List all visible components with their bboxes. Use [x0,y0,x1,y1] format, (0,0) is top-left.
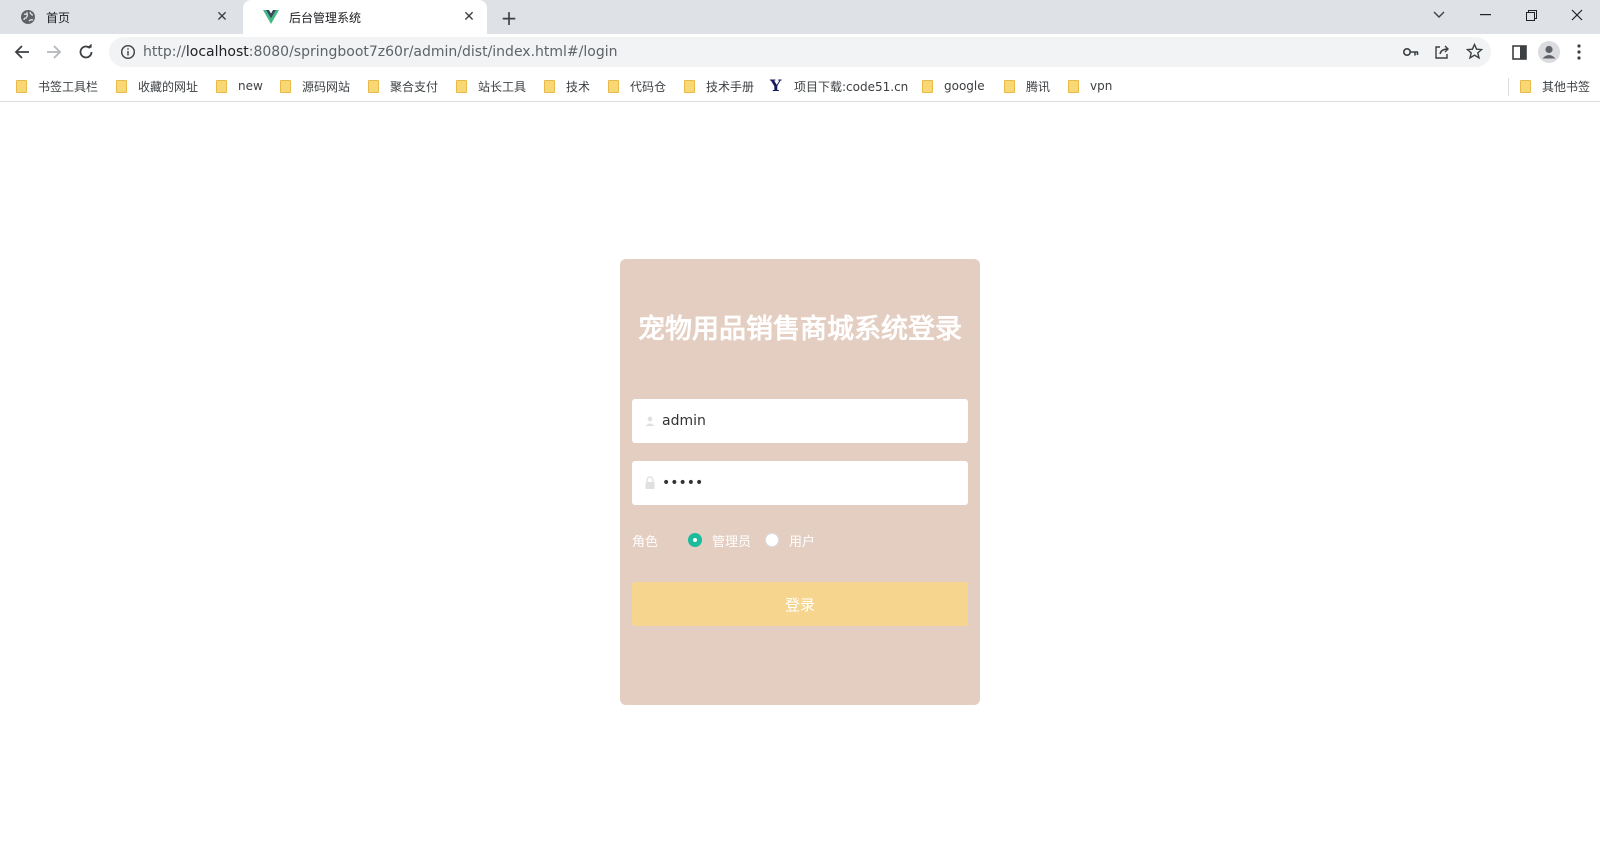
browser-toolbar: http://localhost:8080/springboot7z60r/ad… [0,34,1600,70]
bookmark-folder[interactable]: 代码仓 [608,76,666,96]
folder-icon [1004,79,1015,93]
role-radio-user[interactable]: 用户 [765,531,815,550]
bookmark-label: 代码仓 [630,79,667,94]
bookmark-folder[interactable]: 收藏的网址 [116,76,198,96]
folder-icon [544,79,555,93]
folder-icon [368,79,379,93]
new-tab-button[interactable]: + [498,7,520,29]
site-info-icon[interactable] [113,44,143,60]
tab-home[interactable]: 首页 ✕ [0,0,240,34]
vue-logo-icon [263,9,279,25]
bookmark-link[interactable]: Y 项目下载:code51.cn [770,76,908,96]
username-input[interactable]: admin [632,399,968,443]
bookmark-folder[interactable]: 技术 [544,76,590,96]
bookmark-label: 聚合支付 [390,79,439,94]
tab-strip: 首页 ✕ 后台管理系统 ✕ + [0,0,1600,34]
reload-button[interactable] [72,38,100,66]
bookmark-label: 技术 [566,79,591,94]
password-input[interactable]: ••••• [632,461,968,505]
bookmark-label: vpn [1090,79,1113,93]
bookmark-folder[interactable]: 站长工具 [456,76,526,96]
url-text: http://localhost:8080/springboot7z60r/ad… [143,44,618,60]
tab-title: 首页 [46,10,71,25]
profile-avatar-icon[interactable] [1535,38,1563,66]
close-icon[interactable]: ✕ [461,9,477,25]
bookmark-star-icon[interactable] [1465,42,1483,60]
folder-icon [1068,79,1079,93]
radio-label: 管理员 [712,534,752,550]
bookmark-label: 收藏的网址 [138,79,199,94]
folder-icon [116,79,127,93]
back-button[interactable] [8,38,36,66]
forward-button[interactable] [40,38,68,66]
bookmark-label: 源码网站 [302,79,351,94]
login-button[interactable]: 登录 [632,582,968,626]
folder-icon [16,79,27,93]
bookmark-label: 技术手册 [706,79,755,94]
bookmarks-divider [1508,78,1509,96]
key-icon[interactable] [1402,43,1420,61]
bookmark-folder[interactable]: new [216,76,263,96]
other-bookmarks-folder[interactable]: 其他书签 [1520,76,1590,96]
bookmark-folder[interactable]: 书签工具栏 [16,76,98,96]
folder-icon [922,79,933,93]
role-label: 角色 [632,534,659,550]
globe-icon [20,9,36,25]
radio-unselected-icon [765,533,780,547]
bookmark-label: new [238,79,263,93]
bookmark-folder[interactable]: 技术手册 [684,76,754,96]
login-card: 宠物用品销售商城系统登录 admin ••••• 角色 管理员 用户 登录 [620,259,980,705]
tab-search-icon[interactable] [1416,0,1462,30]
bookmark-folder[interactable]: 聚合支付 [368,76,438,96]
share-icon[interactable] [1433,43,1451,61]
folder-icon [1520,79,1531,93]
login-title: 宠物用品销售商城系统登录 [638,314,962,345]
role-radio-admin[interactable]: 管理员 [688,531,751,550]
folder-icon [684,79,695,93]
tab-admin[interactable]: 后台管理系统 ✕ [243,0,487,34]
close-window-button[interactable] [1554,0,1600,30]
bookmark-folder[interactable]: 源码网站 [280,76,350,96]
folder-icon [280,79,291,93]
minimize-button[interactable] [1462,0,1508,30]
lock-icon [642,475,658,491]
folder-icon [456,79,467,93]
bookmark-label: 其他书签 [1542,79,1591,94]
menu-kebab-icon[interactable] [1565,38,1593,66]
bookmark-label: 站长工具 [478,79,527,94]
bookmark-label: google [944,79,985,93]
radio-selected-icon [688,533,702,547]
bookmarks-bar: 书签工具栏 收藏的网址 new 源码网站 聚合支付 站长工具 技术 代码仓 技术… [0,70,1600,102]
bookmark-label: 腾讯 [1026,79,1051,94]
radio-label: 用户 [789,534,816,550]
bookmark-folder[interactable]: google [922,76,985,96]
side-panel-icon[interactable] [1505,38,1533,66]
bookmark-label: 书签工具栏 [38,79,99,94]
folder-icon [216,79,227,93]
username-value: admin [662,413,706,429]
role-selector: 角色 管理员 用户 [632,531,829,550]
bookmark-label: 项目下载:code51.cn [794,79,909,94]
tab-title: 后台管理系统 [289,10,362,25]
password-value: ••••• [662,475,704,491]
bookmark-folder[interactable]: vpn [1068,76,1112,96]
close-icon[interactable]: ✕ [214,9,230,25]
address-bar[interactable]: http://localhost:8080/springboot7z60r/ad… [109,37,1491,67]
restore-button[interactable] [1508,0,1554,30]
folder-icon [608,79,619,93]
user-icon [642,413,658,429]
bookmark-folder[interactable]: 腾讯 [1004,76,1050,96]
site-logo-icon: Y [770,76,782,95]
